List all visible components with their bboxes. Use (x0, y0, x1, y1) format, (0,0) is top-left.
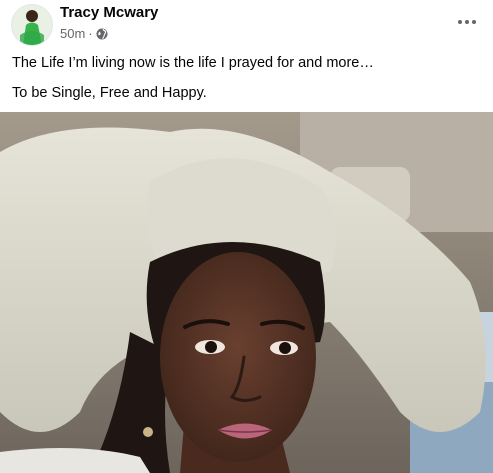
author-name[interactable]: Tracy Mcwary (60, 4, 158, 21)
post-header: Tracy Mcwary 50m · (0, 0, 493, 48)
more-dot (472, 20, 476, 24)
post-meta: 50m · (60, 26, 108, 41)
facebook-post: Tracy Mcwary 50m · The Life I’m living n… (0, 0, 493, 473)
post-timestamp[interactable]: 50m (60, 26, 85, 41)
post-photo[interactable] (0, 112, 493, 473)
more-dot (465, 20, 469, 24)
selfie-image (0, 112, 493, 473)
author-avatar[interactable] (11, 4, 53, 46)
post-text-line-2: To be Single, Free and Happy. (12, 85, 207, 101)
meta-separator: · (88, 26, 93, 41)
more-options-button[interactable] (455, 12, 479, 32)
more-dot (458, 20, 462, 24)
avatar-image (12, 5, 52, 45)
post-text-line-1: The Life I’m living now is the life I pr… (12, 55, 374, 71)
globe-icon[interactable] (96, 28, 108, 40)
